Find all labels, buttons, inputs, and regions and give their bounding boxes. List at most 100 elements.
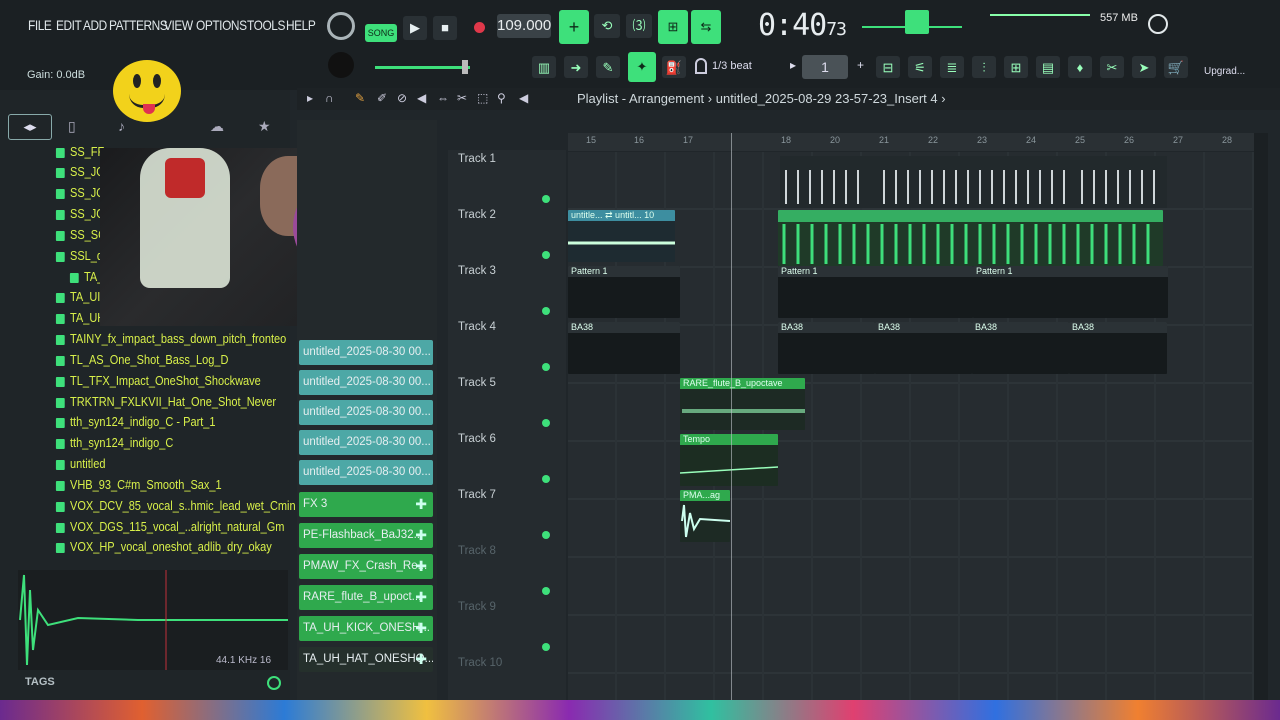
delete-tool-icon[interactable]: ⊘ <box>397 91 407 105</box>
search-icon[interactable] <box>267 676 281 690</box>
pencil-tool-icon[interactable]: ✎ <box>355 91 365 105</box>
track-label[interactable]: Track 1 <box>458 153 496 165</box>
mixer-icon[interactable]: ⫶ <box>972 56 996 78</box>
arrow-tool-icon[interactable]: ➜ <box>564 56 588 78</box>
zoom-tool-icon[interactable]: ⚲ <box>497 91 506 105</box>
track-label[interactable]: Track 10 <box>458 657 502 669</box>
master-volume-slider[interactable] <box>375 66 470 69</box>
record-button[interactable] <box>474 22 485 33</box>
track-label[interactable]: Track 3 <box>458 265 496 277</box>
sheet-icon[interactable]: ▤ <box>1036 56 1060 78</box>
audio-clip-green[interactable] <box>778 210 1163 266</box>
browser-item[interactable]: VOX_DGS_115_vocal_..alright_natural_Gm <box>55 520 284 534</box>
track-enable-dot[interactable] <box>542 475 550 483</box>
pattern-clip[interactable]: Pattern 1 <box>568 266 680 318</box>
audio-clip-crash[interactable]: PMA...ag <box>680 490 730 542</box>
channel-button[interactable]: untitled_2025-08-30 00... <box>299 370 433 395</box>
add-icon[interactable]: ✚ <box>415 492 427 517</box>
loop-record-button[interactable]: ⇆ <box>691 10 721 44</box>
mute-tool-icon[interactable]: ◀ <box>417 91 426 105</box>
automation-clip-tempo[interactable]: Tempo <box>680 434 778 486</box>
browser-back-tab[interactable]: ◂▸ <box>8 114 52 140</box>
pattern-clip[interactable]: Pattern 1 <box>973 266 1168 318</box>
plugin-icon[interactable]: ♦ <box>1068 56 1092 78</box>
add-icon[interactable]: ✚ <box>415 554 427 579</box>
slip-tool-icon[interactable]: ⇔ <box>437 91 449 105</box>
cloud-icon[interactable]: ☁ <box>210 118 224 135</box>
master-volume-knob[interactable] <box>327 12 355 40</box>
countdown-icon[interactable]: ⑶ <box>626 14 652 38</box>
menu-file[interactable]: FILE <box>28 17 52 33</box>
tuning-icon[interactable]: ✂ <box>1100 56 1124 78</box>
bucket-icon[interactable]: ⛽ <box>662 56 686 78</box>
playlist-grid[interactable]: untitle... ⇄ untitl... 10 Pattern 1 Patt… <box>568 152 1254 700</box>
track-label[interactable]: Track 9 <box>458 601 496 613</box>
browser-item[interactable]: untitled <box>55 457 105 471</box>
brush-tool-icon[interactable]: ✐ <box>377 91 387 105</box>
channel-button[interactable]: FX 3 ✚ <box>299 492 433 517</box>
track-enable-dot[interactable] <box>542 587 550 595</box>
channel-button[interactable]: untitled_2025-08-30 00... <box>299 400 433 425</box>
pattern-clip-bass[interactable]: BA38 <box>568 322 680 374</box>
playlist-menu-arrow-icon[interactable]: ▸ <box>307 91 313 105</box>
piano-roll-icon[interactable]: ▥ <box>532 56 556 78</box>
browser-item[interactable]: tth_syn124_indigo_C <box>55 436 173 450</box>
browser-item[interactable]: TAINY_fx_impact_bass_down_pitch_fronteo <box>55 332 286 346</box>
playhead-marker[interactable] <box>731 133 732 700</box>
playlist-icon[interactable]: ⊟ <box>876 56 900 78</box>
track-label[interactable]: Track 8 <box>458 545 496 557</box>
track-label[interactable]: Track 5 <box>458 377 496 389</box>
speaker-icon[interactable]: ♪ <box>118 118 125 134</box>
pattern-clip[interactable]: Pattern 1 <box>778 266 973 318</box>
update-label[interactable]: Upgrad... <box>1204 66 1245 77</box>
menu-tools[interactable]: TOOLS <box>247 17 285 33</box>
channel-button[interactable]: PE-Flashback_BaJ32... ✚ <box>299 523 433 548</box>
audio-clip[interactable]: untitle... ⇄ untitl... 10 <box>568 210 675 262</box>
snap-selector[interactable]: 1/3 beat <box>712 60 752 72</box>
menu-help[interactable]: HELP <box>286 17 316 33</box>
track-enable-dot[interactable] <box>542 251 550 259</box>
menu-view[interactable]: VIEW <box>164 17 193 33</box>
track-enable-dot[interactable] <box>542 419 550 427</box>
tempo-display[interactable]: 109.000 <box>497 14 551 38</box>
channel-button[interactable]: untitled_2025-08-30 00... <box>299 340 433 365</box>
magnet-icon[interactable] <box>695 58 707 74</box>
menu-options[interactable]: OPTIONS <box>196 17 247 33</box>
stop-button[interactable]: ■ <box>433 16 457 40</box>
track-enable-dot[interactable] <box>542 363 550 371</box>
track-label[interactable]: Track 4 <box>458 321 496 333</box>
paint-tool-icon[interactable]: ✦ <box>628 52 656 82</box>
timeline-ruler[interactable]: 15 16 17 18 20 21 22 23 24 25 26 27 28 <box>568 133 1254 151</box>
add-icon[interactable]: ✚ <box>415 523 427 548</box>
menu-patterns[interactable]: PATTERNS <box>109 17 168 33</box>
audio-clip-flute[interactable]: RARE_flute_B_upoctave <box>680 378 805 430</box>
cart-icon[interactable]: 🛒 <box>1164 56 1188 78</box>
magnet-icon[interactable]: ∩ <box>325 91 334 105</box>
pattern-clip-bass[interactable]: BA38 <box>972 322 1069 374</box>
playlist-vertical-scrollbar[interactable] <box>1254 133 1268 700</box>
menu-edit[interactable]: EDIT <box>56 17 82 33</box>
channel-button[interactable]: TA_UH_HAT_ONESHO... ✚ <box>299 647 433 672</box>
pattern-clip-bass[interactable]: BA38 <box>1069 322 1167 374</box>
menu-add[interactable]: ADD <box>83 17 107 33</box>
send-icon[interactable]: ➤ <box>1132 56 1156 78</box>
add-icon[interactable]: ✚ <box>415 585 427 610</box>
channel-button[interactable]: TA_UH_KICK_ONESH... ✚ <box>299 616 433 641</box>
star-icon[interactable]: ★ <box>258 118 271 135</box>
tags-label[interactable]: TAGS <box>25 676 55 688</box>
play-button[interactable]: ▶ <box>403 16 427 40</box>
channel-button[interactable]: untitled_2025-08-30 00... <box>299 460 433 485</box>
step-edit-button[interactable]: ⊞ <box>658 10 688 44</box>
browser-item[interactable]: TL_TFX_Impact_OneShot_Shockwave <box>55 374 261 388</box>
browser-item[interactable]: VOX_HP_vocal_oneshot_adlib_dry_okay <box>55 540 272 554</box>
add-icon[interactable]: ✚ <box>415 647 427 672</box>
prev-pattern-icon[interactable]: ▸ <box>790 58 796 72</box>
browser-item[interactable]: TL_AS_One_Shot_Bass_Log_D <box>55 353 228 367</box>
track-enable-dot[interactable] <box>542 531 550 539</box>
pattern-clip-bass[interactable]: BA38 <box>778 322 875 374</box>
track-enable-dot[interactable] <box>542 195 550 203</box>
pencil-icon[interactable]: ✎ <box>596 56 620 78</box>
select-tool-icon[interactable]: ⬚ <box>477 91 488 105</box>
song-mode-toggle[interactable]: SONG <box>365 24 397 42</box>
browser-item[interactable]: TRKTRN_FXLKVII_Hat_One_Shot_Never <box>55 395 276 409</box>
